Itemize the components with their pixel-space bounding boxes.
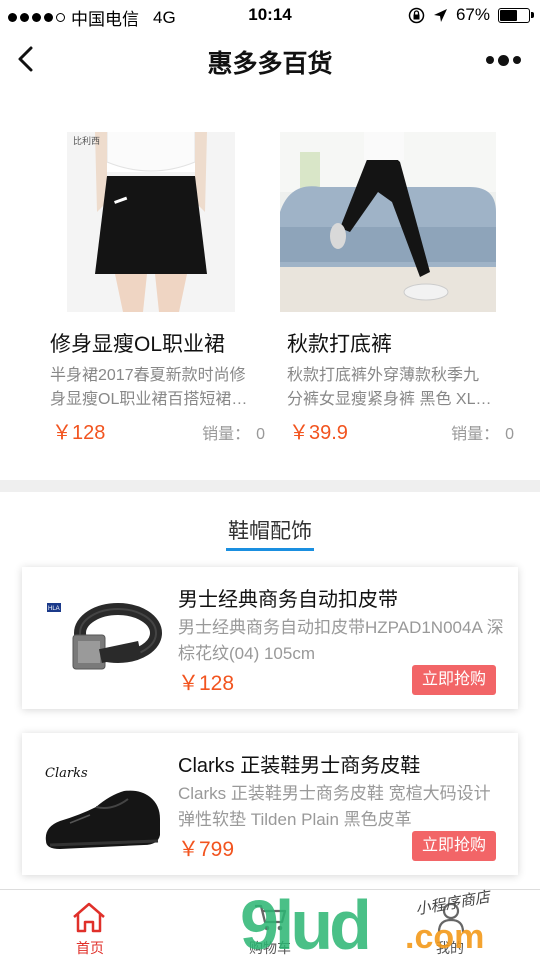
list-item-belt[interactable]: HLA 男士经典商务自动扣皮带 男士经典商务自动扣皮带HZPAD1N004A 深… [22, 567, 518, 709]
brand-label-bili: 比利西 [73, 135, 100, 146]
section-title[interactable]: 鞋帽配饰 [0, 515, 540, 545]
navigation-bar: 惠多多百货 [0, 30, 540, 90]
item-price: ￥128 [178, 672, 235, 695]
product-image-leggings[interactable] [280, 132, 496, 312]
item-description: Clarks 正装鞋男士商务皮鞋 宽楦大码设计 弹性软垫 Tilden Plai… [178, 784, 491, 829]
product-price: ￥39.9 [289, 422, 348, 444]
tab-label: 首页 [76, 940, 104, 956]
battery-percent: 67% [455, 5, 490, 24]
item-price: ￥799 [178, 838, 235, 861]
brand-logo-hla: HLA [48, 606, 60, 612]
list-item-shoes[interactable]: Clarks Clarks 正装鞋男士商务皮鞋 Clarks 正装鞋男士商务皮鞋… [22, 733, 518, 875]
product-price: ￥128 [52, 422, 106, 444]
item-description: 男士经典商务自动扣皮带HZPAD1N004A 深棕花纹(04) 105cm [178, 618, 504, 663]
sales-label: 销量： [451, 426, 500, 443]
home-icon [73, 902, 105, 933]
buy-now-button[interactable]: 立即抢购 [412, 831, 496, 861]
page-title: 惠多多百货 [207, 50, 333, 78]
more-menu-icon[interactable] [486, 50, 522, 70]
buy-now-button[interactable]: 立即抢购 [412, 665, 496, 695]
tab-home[interactable]: 首页 [0, 890, 180, 960]
watermark-dotcom: .com [405, 918, 485, 956]
product-image-shoes[interactable]: Clarks [40, 749, 170, 859]
brand-logo-clarks: Clarks [45, 766, 88, 781]
sales-count: 0 [505, 426, 514, 443]
product-image-belt[interactable]: HLA [40, 583, 170, 693]
sales-label: 销量： [202, 426, 251, 443]
section-divider [0, 480, 540, 492]
watermark-logo: 9lud [240, 886, 372, 964]
orientation-lock-icon [408, 7, 425, 23]
location-arrow-icon [433, 8, 447, 22]
sales-count: 0 [256, 426, 265, 443]
product-image-skirt[interactable]: 比利西 [67, 132, 235, 312]
section-underline [226, 548, 314, 551]
product-sales: 销量： 0 [451, 420, 514, 444]
product-description: 半身裙2017春夏新款时尚修身显瘦OL职业裙百搭短裙… [50, 367, 248, 408]
battery-icon [498, 7, 534, 23]
product-sales: 销量： 0 [202, 420, 265, 444]
product-name: 修身显瘦OL职业裙 [50, 333, 226, 356]
product-name: 秋款打底裤 [287, 333, 392, 356]
product-description: 秋款打底裤外穿薄款秋季九分裤女显瘦紧身裤 黑色 XL… [287, 367, 492, 408]
item-name: 男士经典商务自动扣皮带 [178, 589, 398, 611]
item-name: Clarks 正装鞋男士商务皮鞋 [178, 755, 421, 777]
status-bar: 中国电信 4G 10:14 67% [0, 0, 540, 30]
